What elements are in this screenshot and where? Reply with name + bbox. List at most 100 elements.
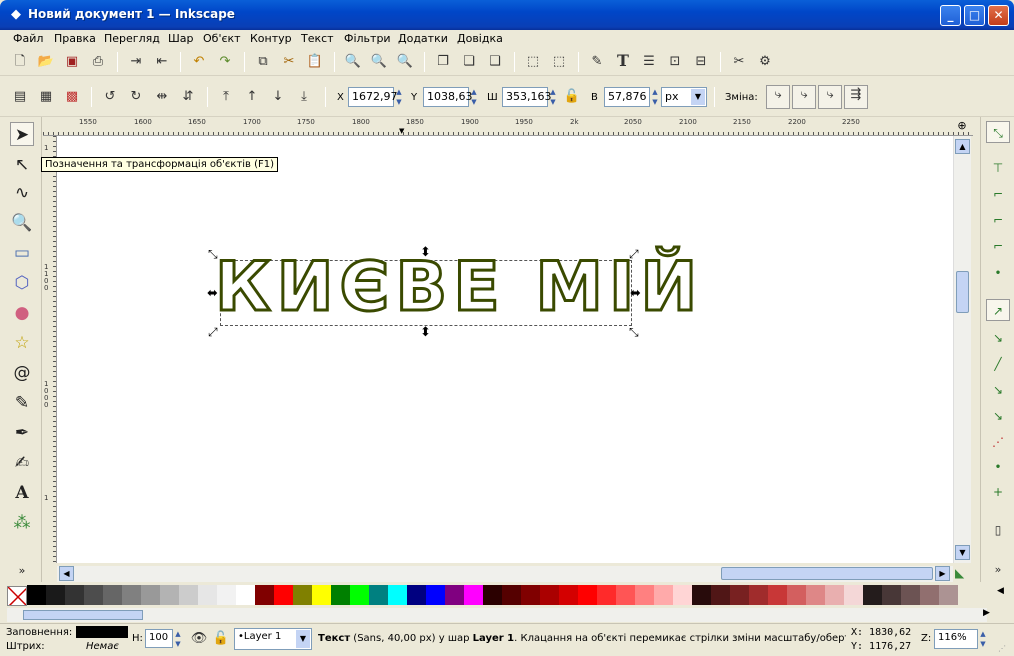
resize-grip-icon[interactable]: ⋰ <box>998 644 1006 653</box>
snap-bbox-edge-icon[interactable]: ⌐ <box>986 183 1010 205</box>
color-swatch[interactable] <box>122 585 141 605</box>
width-spinner-icon[interactable]: ▲ ▼ <box>548 87 558 107</box>
3d-box-tool-icon[interactable]: ⬡ <box>10 271 34 295</box>
menu-help[interactable]: Довідка <box>457 32 503 45</box>
rotate-ccw-icon[interactable]: ↺ <box>101 88 119 106</box>
color-swatch[interactable] <box>141 585 160 605</box>
color-swatch[interactable] <box>597 585 616 605</box>
color-swatch[interactable] <box>407 585 426 605</box>
node-tool-icon[interactable]: ↖ <box>10 153 34 177</box>
color-swatch[interactable] <box>312 585 331 605</box>
minimize-button[interactable]: _ <box>940 5 961 26</box>
stick-icon[interactable]: ◣ <box>955 566 964 580</box>
color-swatch[interactable] <box>179 585 198 605</box>
menu-filters[interactable]: Фільтри <box>344 32 391 45</box>
zoom-input[interactable]: 116% <box>934 629 978 649</box>
y-input[interactable]: 1038,63 <box>423 87 473 107</box>
preferences-icon[interactable]: ✂ <box>730 53 748 71</box>
height-spinner-icon[interactable]: ▲ ▼ <box>650 87 660 107</box>
tweak-tool-icon[interactable]: ∿ <box>10 181 34 205</box>
select-all-layers-icon[interactable]: ▦ <box>37 88 55 106</box>
fill-stroke-icon[interactable]: ✎ <box>588 53 606 71</box>
color-swatch[interactable] <box>787 585 806 605</box>
ungroup-icon[interactable]: ⬚ <box>550 53 568 71</box>
scale-handle-icon[interactable]: ⤢ <box>208 325 218 340</box>
color-swatch[interactable] <box>369 585 388 605</box>
menu-file[interactable]: Файл <box>13 32 43 45</box>
color-swatch[interactable] <box>825 585 844 605</box>
color-swatch[interactable] <box>578 585 597 605</box>
stroke-value[interactable]: Немає <box>86 641 119 652</box>
print-icon[interactable]: ⎙ <box>89 53 107 71</box>
vertical-scrollbar[interactable]: ▲ ▼ <box>953 136 971 563</box>
scroll-thumb[interactable] <box>23 610 143 620</box>
color-swatch[interactable] <box>331 585 350 605</box>
color-swatch[interactable] <box>768 585 787 605</box>
color-swatch[interactable] <box>483 585 502 605</box>
color-swatch[interactable] <box>160 585 179 605</box>
zoom-selection-icon[interactable]: 🔍 <box>344 53 362 71</box>
color-swatch[interactable] <box>255 585 274 605</box>
export-icon[interactable]: ⇤ <box>153 53 171 71</box>
calligraphy-tool-icon[interactable]: ✍ <box>10 451 34 475</box>
eye-icon[interactable]: 👁 <box>190 630 208 648</box>
color-swatch[interactable] <box>939 585 958 605</box>
opacity-spinner-icon[interactable]: ▲ ▼ <box>173 629 183 649</box>
width-input[interactable]: 353,163 <box>502 87 552 107</box>
color-swatch[interactable] <box>103 585 122 605</box>
x-spinner-icon[interactable]: ▲ ▼ <box>394 87 404 107</box>
ellipse-tool-icon[interactable]: ● <box>10 301 34 325</box>
y-spinner-icon[interactable]: ▲ ▼ <box>469 87 479 107</box>
layers-icon[interactable]: ☰ <box>640 53 658 71</box>
palette-scrollbar[interactable]: ▶ <box>7 608 990 622</box>
drawing-canvas[interactable]: КИЄВЕ МІЙ ⤡ ⬍ ⤢ ⬌ ⬌ ⤢ ⬍ ⤡ <box>57 136 953 563</box>
scale-handle-icon[interactable]: ⬍ <box>420 325 431 340</box>
raise-to-top-icon[interactable]: ⤒ <box>217 88 235 106</box>
scale-handle-icon[interactable]: ⬍ <box>420 245 431 260</box>
snap-page-border-icon[interactable]: ▯ <box>986 519 1010 541</box>
color-swatch[interactable] <box>84 585 103 605</box>
color-swatch[interactable] <box>901 585 920 605</box>
align-distribute-icon[interactable]: ⊟ <box>692 53 710 71</box>
color-swatch[interactable] <box>654 585 673 605</box>
lower-to-bottom-icon[interactable]: ⤓ <box>295 88 313 106</box>
scale-handle-icon[interactable]: ⤢ <box>629 247 639 262</box>
palette-scroll-icon[interactable]: ◀ <box>997 586 1004 596</box>
menu-edit[interactable]: Правка <box>54 32 96 45</box>
flip-horizontal-icon[interactable]: ⇹ <box>153 88 171 106</box>
transform-patterns-icon[interactable]: ⇶ <box>844 85 868 109</box>
scroll-right-icon[interactable]: ▶ <box>983 608 990 618</box>
color-swatch[interactable] <box>635 585 654 605</box>
deselect-icon[interactable]: ▩ <box>63 88 81 106</box>
color-swatch[interactable] <box>844 585 863 605</box>
star-tool-icon[interactable]: ☆ <box>10 331 34 355</box>
save-icon[interactable]: ▣ <box>63 53 81 71</box>
color-swatch[interactable] <box>27 585 46 605</box>
duplicate-object-icon[interactable]: ❐ <box>434 53 452 71</box>
menu-view[interactable]: Перегляд <box>104 32 160 45</box>
zoom-drawing-icon[interactable]: 🔍 <box>370 53 388 71</box>
transform-gradients-icon[interactable]: ⤷ <box>818 85 842 109</box>
color-swatch[interactable] <box>388 585 407 605</box>
color-swatch[interactable] <box>920 585 939 605</box>
unit-select[interactable]: px ▼ <box>661 87 707 107</box>
color-swatch[interactable] <box>616 585 635 605</box>
text-font-icon[interactable]: T <box>614 52 632 70</box>
select-all-icon[interactable]: ▤ <box>11 88 29 106</box>
pencil-tool-icon[interactable]: ✎ <box>10 391 34 415</box>
scale-handle-icon[interactable]: ⬌ <box>207 286 218 301</box>
color-swatch[interactable] <box>863 585 882 605</box>
color-swatch[interactable] <box>806 585 825 605</box>
color-swatch[interactable] <box>236 585 255 605</box>
paste-icon[interactable]: 📋 <box>306 53 324 71</box>
snap-bbox-center-icon[interactable]: ∙ <box>986 261 1010 283</box>
scroll-down-icon[interactable]: ▼ <box>955 545 970 560</box>
more-tools-icon[interactable]: » <box>10 559 34 583</box>
undo-icon[interactable]: ↶ <box>190 53 208 71</box>
x-input[interactable]: 1672,97 <box>348 87 398 107</box>
color-swatch[interactable] <box>540 585 559 605</box>
scale-handle-icon[interactable]: ⤡ <box>208 247 218 262</box>
color-swatch[interactable] <box>673 585 692 605</box>
import-icon[interactable]: ⇥ <box>127 53 145 71</box>
open-icon[interactable]: 📂 <box>37 53 55 71</box>
